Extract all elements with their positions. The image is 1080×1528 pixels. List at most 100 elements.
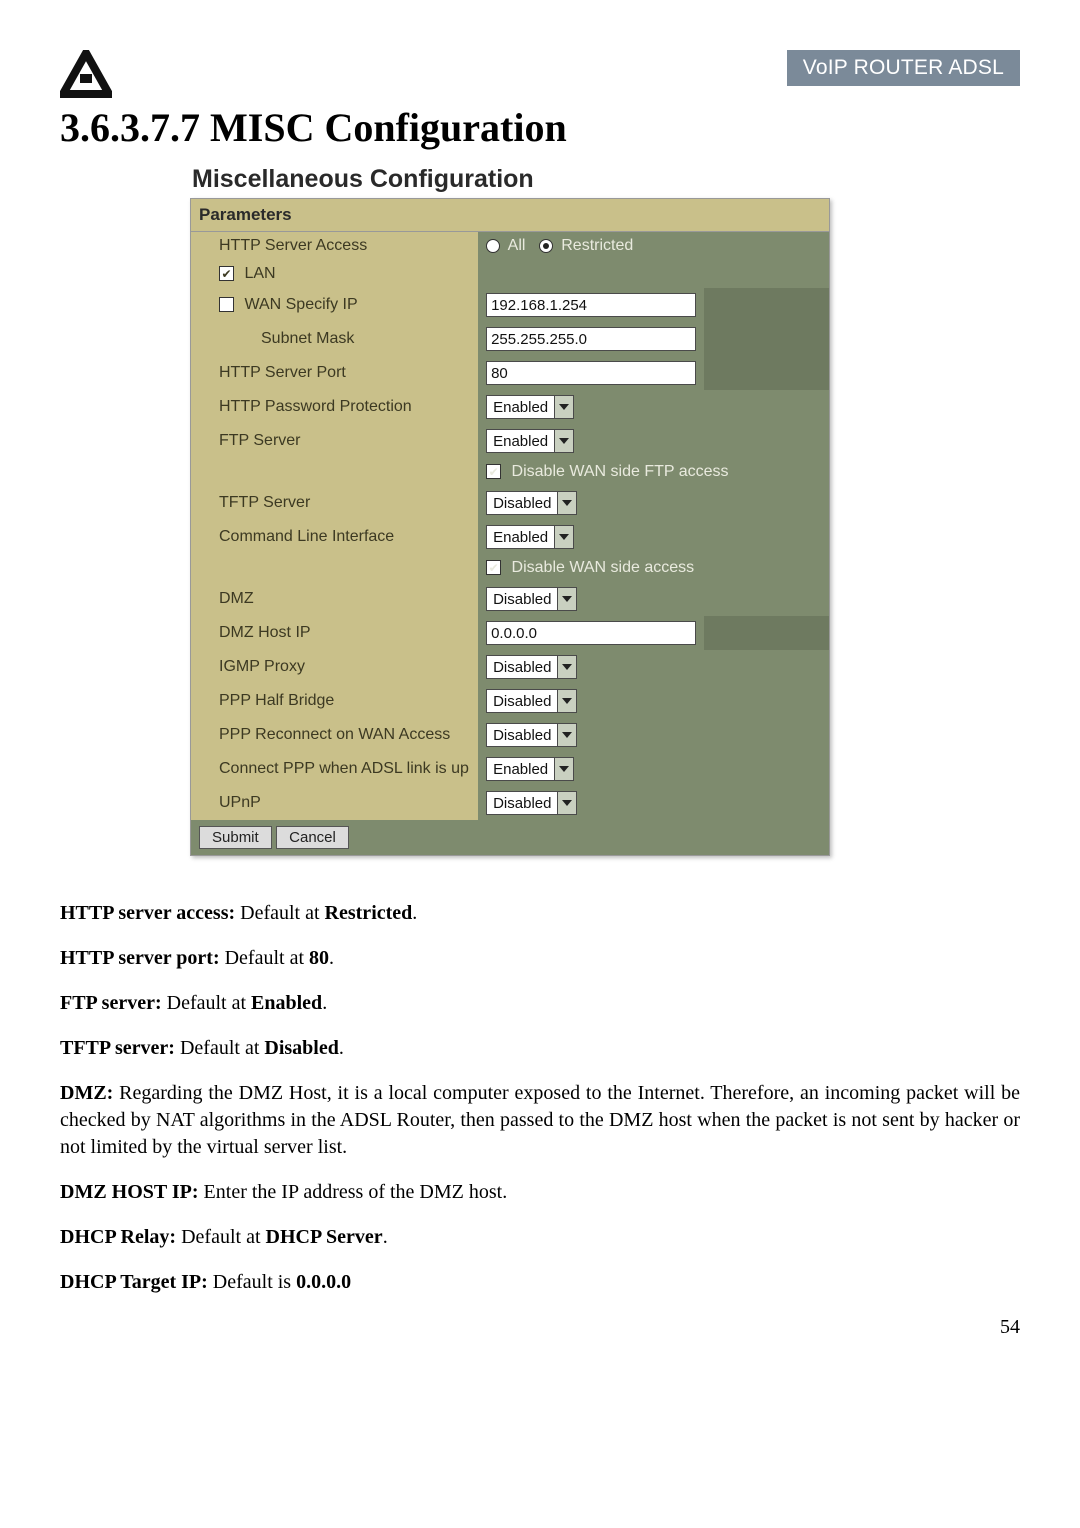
- label-dmz: DMZ: [191, 582, 478, 616]
- input-subnet-mask[interactable]: [486, 327, 696, 351]
- product-badge: VoIP ROUTER ADSL: [787, 50, 1020, 86]
- label-dmz-host-ip: DMZ Host IP: [191, 616, 478, 650]
- select-ppp-reconnect[interactable]: Disabled: [486, 723, 577, 747]
- row-connect-ppp-adsl: Connect PPP when ADSL link is up Enabled: [191, 752, 829, 786]
- select-value: Disabled: [486, 791, 557, 815]
- select-value: Disabled: [486, 723, 557, 747]
- select-value: Enabled: [486, 395, 554, 419]
- page-header: VoIP ROUTER ADSL: [60, 50, 1020, 100]
- label-tftp-server: TFTP Server: [191, 486, 478, 520]
- label-connect-ppp-adsl: Connect PPP when ADSL link is up: [191, 752, 478, 786]
- select-tftp-server[interactable]: Disabled: [486, 491, 577, 515]
- desc-dhcp-relay: DHCP Relay: Default at DHCP Server.: [60, 1224, 1020, 1251]
- checkbox-disable-wan-ftp[interactable]: ✔: [486, 464, 501, 479]
- desc-http-access: HTTP server access: Default at Restricte…: [60, 900, 1020, 927]
- label-upnp: UPnP: [191, 786, 478, 820]
- select-value: Enabled: [486, 757, 554, 781]
- select-dmz[interactable]: Disabled: [486, 587, 577, 611]
- row-buttons: Submit Cancel: [191, 820, 829, 855]
- label-igmp-proxy: IGMP Proxy: [191, 650, 478, 684]
- row-http-password-protection: HTTP Password Protection Enabled: [191, 390, 829, 424]
- label-http-server-port: HTTP Server Port: [191, 356, 478, 390]
- chevron-down-icon: [557, 491, 577, 515]
- cell-lan: ✔ LAN: [191, 260, 478, 288]
- chevron-down-icon: [557, 791, 577, 815]
- select-ppp-half-bridge[interactable]: Disabled: [486, 689, 577, 713]
- label-ppp-half-bridge: PPP Half Bridge: [191, 684, 478, 718]
- desc-tftp-server: TFTP server: Default at Disabled.: [60, 1035, 1020, 1062]
- row-ppp-half-bridge: PPP Half Bridge Disabled: [191, 684, 829, 718]
- label-wan-specify-ip: WAN Specify IP: [244, 296, 357, 313]
- radio-all-label: All: [508, 237, 526, 254]
- cancel-button[interactable]: Cancel: [276, 826, 349, 849]
- select-value: Disabled: [486, 655, 557, 679]
- value-lan-empty: [478, 260, 829, 288]
- misc-config-panel: Parameters HTTP Server Access All Restri…: [190, 198, 830, 856]
- label-http-server-access: HTTP Server Access: [191, 232, 478, 260]
- select-value: Disabled: [486, 491, 557, 515]
- row-igmp-proxy: IGMP Proxy Disabled: [191, 650, 829, 684]
- row-cli: Command Line Interface Enabled: [191, 520, 829, 554]
- input-dmz-host-ip[interactable]: [486, 621, 696, 645]
- checkbox-lan[interactable]: ✔: [219, 266, 234, 281]
- brand-logo-icon: [60, 50, 112, 100]
- description-text: HTTP server access: Default at Restricte…: [60, 900, 1020, 1296]
- submit-button[interactable]: Submit: [199, 826, 272, 849]
- chevron-down-icon: [554, 757, 574, 781]
- radio-restricted-label: Restricted: [561, 237, 633, 254]
- label-disable-wan-ftp: Disable WAN side FTP access: [512, 463, 729, 480]
- value-http-server-access: All Restricted: [478, 232, 829, 260]
- chevron-down-icon: [557, 689, 577, 713]
- page-number: 54: [60, 1316, 1020, 1339]
- row-ppp-reconnect: PPP Reconnect on WAN Access Disabled: [191, 718, 829, 752]
- row-dmz: DMZ Disabled: [191, 582, 829, 616]
- select-igmp-proxy[interactable]: Disabled: [486, 655, 577, 679]
- label-ppp-reconnect: PPP Reconnect on WAN Access: [191, 718, 478, 752]
- chevron-down-icon: [554, 395, 574, 419]
- row-tftp-server: TFTP Server Disabled: [191, 486, 829, 520]
- row-wan-specify-ip: WAN Specify IP: [191, 288, 829, 322]
- input-http-server-port[interactable]: [486, 361, 696, 385]
- desc-http-port: HTTP server port: Default at 80.: [60, 945, 1020, 972]
- chevron-down-icon: [557, 655, 577, 679]
- row-dmz-host-ip: DMZ Host IP: [191, 616, 829, 650]
- radio-all[interactable]: [486, 239, 500, 253]
- row-upnp: UPnP Disabled: [191, 786, 829, 820]
- label-lan: LAN: [244, 265, 275, 282]
- checkbox-disable-wan-access[interactable]: ✔: [486, 560, 501, 575]
- parameters-heading: Parameters: [191, 199, 829, 232]
- cell-wan-specify: WAN Specify IP: [191, 288, 478, 322]
- checkbox-wan-specify-ip[interactable]: [219, 297, 234, 312]
- config-screenshot: Miscellaneous Configuration Parameters H…: [190, 165, 830, 856]
- select-cli[interactable]: Enabled: [486, 525, 574, 549]
- radio-restricted[interactable]: [539, 239, 553, 253]
- desc-dmz-host-ip: DMZ HOST IP: Enter the IP address of the…: [60, 1179, 1020, 1206]
- select-http-password-protection[interactable]: Enabled: [486, 395, 574, 419]
- row-http-server-port: HTTP Server Port: [191, 356, 829, 390]
- input-wan-specify-ip[interactable]: [486, 293, 696, 317]
- select-value: Disabled: [486, 587, 557, 611]
- desc-dhcp-target-ip: DHCP Target IP: Default is 0.0.0.0: [60, 1269, 1020, 1296]
- select-value: Disabled: [486, 689, 557, 713]
- desc-dmz: DMZ: Regarding the DMZ Host, it is a loc…: [60, 1080, 1020, 1161]
- row-http-server-access: HTTP Server Access All Restricted: [191, 232, 829, 260]
- chevron-down-icon: [554, 525, 574, 549]
- label-cli: Command Line Interface: [191, 520, 478, 554]
- row-disable-wan-access: ✔ Disable WAN side access: [191, 554, 829, 582]
- label-http-password-protection: HTTP Password Protection: [191, 390, 478, 424]
- label-subnet-mask: Subnet Mask: [191, 322, 478, 356]
- panel-title: Miscellaneous Configuration: [192, 165, 830, 194]
- select-upnp[interactable]: Disabled: [486, 791, 577, 815]
- select-value: Enabled: [486, 525, 554, 549]
- chevron-down-icon: [557, 723, 577, 747]
- select-value: Enabled: [486, 429, 554, 453]
- row-ftp-server: FTP Server Enabled: [191, 424, 829, 458]
- select-connect-ppp-adsl[interactable]: Enabled: [486, 757, 574, 781]
- chevron-down-icon: [557, 587, 577, 611]
- label-ftp-server: FTP Server: [191, 424, 478, 458]
- select-ftp-server[interactable]: Enabled: [486, 429, 574, 453]
- row-disable-wan-ftp: ✔ Disable WAN side FTP access: [191, 458, 829, 486]
- row-subnet-mask: Subnet Mask: [191, 322, 829, 356]
- chevron-down-icon: [554, 429, 574, 453]
- section-title: 3.6.3.7.7 MISC Configuration: [60, 104, 1020, 151]
